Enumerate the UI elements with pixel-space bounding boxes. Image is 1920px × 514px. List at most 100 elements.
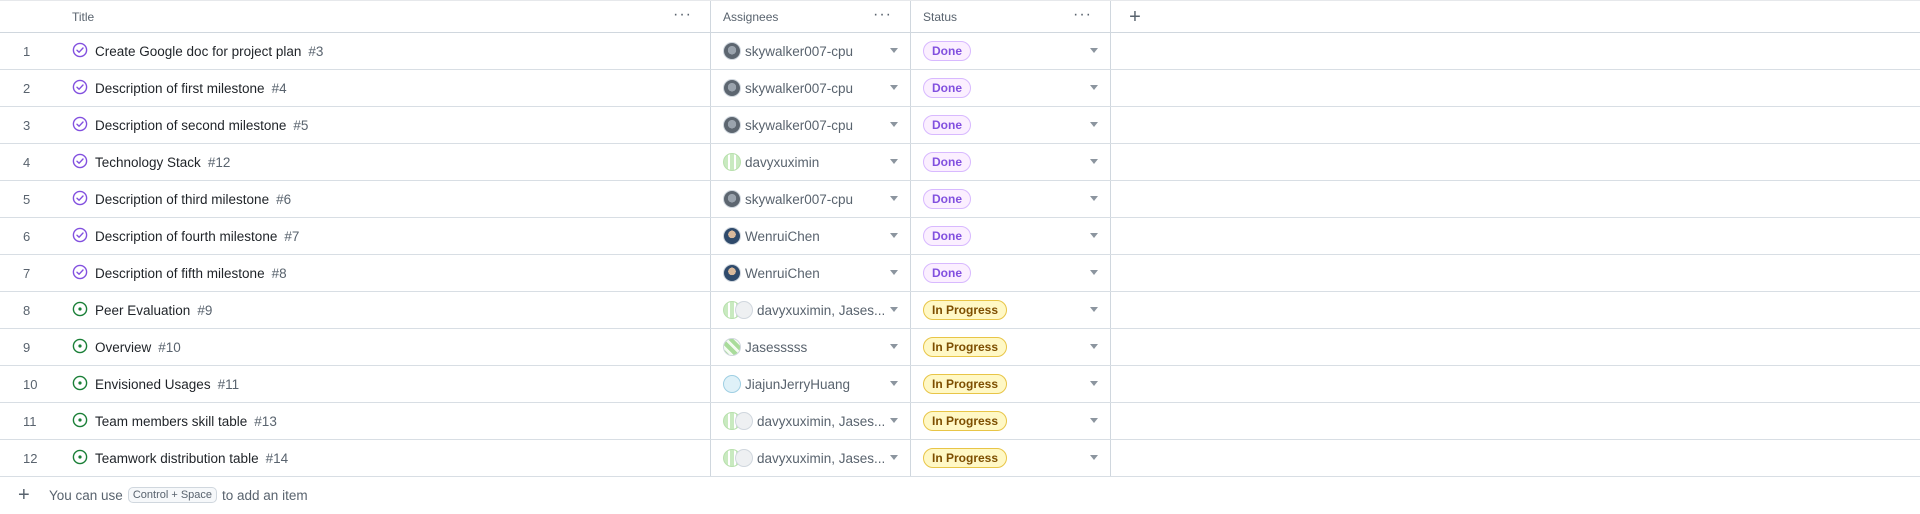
- title-cell[interactable]: Teamwork distribution table #14: [61, 440, 711, 476]
- assignees-cell[interactable]: skywalker007-cpu: [711, 33, 911, 69]
- kebab-horizontal-icon[interactable]: ···: [1073, 7, 1092, 23]
- status-cell[interactable]: Done: [911, 107, 1111, 143]
- title-cell[interactable]: Description of third milestone #6: [61, 181, 711, 217]
- chevron-down-icon[interactable]: [1090, 196, 1098, 201]
- assignee-name: JiajunJerryHuang: [745, 376, 851, 392]
- assignees-cell[interactable]: skywalker007-cpu: [711, 107, 911, 143]
- title-cell[interactable]: Peer Evaluation #9: [61, 292, 711, 328]
- chevron-down-icon[interactable]: [890, 270, 898, 275]
- chevron-down-icon[interactable]: [1090, 48, 1098, 53]
- add-column-button[interactable]: +: [1111, 1, 1151, 32]
- title-cell[interactable]: Envisioned Usages #11: [61, 366, 711, 402]
- chevron-down-icon[interactable]: [890, 381, 898, 386]
- assignees-cell[interactable]: Jasesssss: [711, 329, 911, 365]
- table-row[interactable]: 2 Description of first milestone #4 skyw…: [0, 70, 1920, 107]
- status-cell[interactable]: Done: [911, 144, 1111, 180]
- issue-title-link[interactable]: Create Google doc for project plan: [95, 44, 301, 59]
- assignees-cell[interactable]: skywalker007-cpu: [711, 70, 911, 106]
- plus-icon[interactable]: +: [0, 484, 49, 507]
- issue-title-link[interactable]: Overview: [95, 340, 151, 355]
- title-cell[interactable]: Description of second milestone #5: [61, 107, 711, 143]
- chevron-down-icon[interactable]: [890, 455, 898, 460]
- table-row[interactable]: 11 Team members skill table #13 davyxuxi…: [0, 403, 1920, 440]
- status-cell[interactable]: In Progress: [911, 292, 1111, 328]
- table-row[interactable]: 6 Description of fourth milestone #7 Wen…: [0, 218, 1920, 255]
- issue-title-link[interactable]: Description of fourth milestone: [95, 229, 277, 244]
- status-cell[interactable]: Done: [911, 33, 1111, 69]
- assignee-name: skywalker007-cpu: [745, 80, 854, 96]
- title-cell[interactable]: Description of fifth milestone #8: [61, 255, 711, 291]
- table-row[interactable]: 5 Description of third milestone #6 skyw…: [0, 181, 1920, 218]
- status-cell[interactable]: In Progress: [911, 403, 1111, 439]
- status-cell[interactable]: Done: [911, 181, 1111, 217]
- kebab-horizontal-icon[interactable]: ···: [873, 7, 892, 23]
- assignees-cell[interactable]: JiajunJerryHuang: [711, 366, 911, 402]
- kebab-horizontal-icon[interactable]: ···: [673, 7, 692, 23]
- assignees-cell[interactable]: skywalker007-cpu: [711, 181, 911, 217]
- chevron-down-icon[interactable]: [1090, 122, 1098, 127]
- assignees-cell[interactable]: davyxuximin, Jases...: [711, 292, 911, 328]
- issue-closed-icon: [72, 190, 95, 209]
- status-cell[interactable]: In Progress: [911, 440, 1111, 476]
- table-row[interactable]: 12 Teamwork distribution table #14 davyx…: [0, 440, 1920, 477]
- chevron-down-icon[interactable]: [890, 233, 898, 238]
- assignees-cell[interactable]: WenruiChen: [711, 218, 911, 254]
- issue-closed-icon: [72, 79, 95, 98]
- chevron-down-icon[interactable]: [1090, 270, 1098, 275]
- chevron-down-icon[interactable]: [890, 122, 898, 127]
- status-cell[interactable]: Done: [911, 70, 1111, 106]
- assignees-cell[interactable]: davyxuximin, Jases...: [711, 440, 911, 476]
- column-header-title[interactable]: Title ···: [61, 1, 711, 32]
- chevron-down-icon[interactable]: [1090, 159, 1098, 164]
- column-header-assignees[interactable]: Assignees ···: [711, 1, 911, 32]
- issue-title-link[interactable]: Technology Stack: [95, 155, 201, 170]
- issue-title-link[interactable]: Team members skill table: [95, 414, 247, 429]
- table-row[interactable]: 8 Peer Evaluation #9 davyxuximin, Jases.…: [0, 292, 1920, 329]
- issue-title-link[interactable]: Description of second milestone: [95, 118, 286, 133]
- status-badge: Done: [923, 41, 971, 61]
- chevron-down-icon[interactable]: [1090, 233, 1098, 238]
- issue-title-link[interactable]: Teamwork distribution table: [95, 451, 259, 466]
- table-row[interactable]: 3 Description of second milestone #5 sky…: [0, 107, 1920, 144]
- issue-title-link[interactable]: Peer Evaluation: [95, 303, 190, 318]
- chevron-down-icon[interactable]: [890, 85, 898, 90]
- table-body: 1 Create Google doc for project plan #3 …: [0, 33, 1920, 477]
- chevron-down-icon[interactable]: [890, 344, 898, 349]
- chevron-down-icon[interactable]: [890, 159, 898, 164]
- issue-title-link[interactable]: Description of third milestone: [95, 192, 269, 207]
- table-row[interactable]: 1 Create Google doc for project plan #3 …: [0, 33, 1920, 70]
- title-cell[interactable]: Create Google doc for project plan #3: [61, 33, 711, 69]
- chevron-down-icon[interactable]: [890, 418, 898, 423]
- plus-icon: +: [1129, 5, 1141, 28]
- chevron-down-icon[interactable]: [1090, 381, 1098, 386]
- title-cell[interactable]: Overview #10: [61, 329, 711, 365]
- table-row[interactable]: 7 Description of fifth milestone #8 Wenr…: [0, 255, 1920, 292]
- status-cell[interactable]: In Progress: [911, 329, 1111, 365]
- chevron-down-icon[interactable]: [890, 48, 898, 53]
- title-cell[interactable]: Technology Stack #12: [61, 144, 711, 180]
- status-cell[interactable]: Done: [911, 255, 1111, 291]
- table-row[interactable]: 10 Envisioned Usages #11 JiajunJerryHuan…: [0, 366, 1920, 403]
- add-item-footer[interactable]: + You can use Control + Space to add an …: [0, 477, 1920, 513]
- title-cell[interactable]: Description of fourth milestone #7: [61, 218, 711, 254]
- assignees-cell[interactable]: WenruiChen: [711, 255, 911, 291]
- title-cell[interactable]: Team members skill table #13: [61, 403, 711, 439]
- title-cell[interactable]: Description of first milestone #4: [61, 70, 711, 106]
- table-row[interactable]: 4 Technology Stack #12 davyxuximin Done: [0, 144, 1920, 181]
- issue-title-link[interactable]: Envisioned Usages: [95, 377, 211, 392]
- chevron-down-icon[interactable]: [890, 307, 898, 312]
- assignees-cell[interactable]: davyxuximin, Jases...: [711, 403, 911, 439]
- chevron-down-icon[interactable]: [1090, 344, 1098, 349]
- status-cell[interactable]: In Progress: [911, 366, 1111, 402]
- assignees-cell[interactable]: davyxuximin: [711, 144, 911, 180]
- issue-title-link[interactable]: Description of fifth milestone: [95, 266, 265, 281]
- issue-title-link[interactable]: Description of first milestone: [95, 81, 265, 96]
- chevron-down-icon[interactable]: [1090, 307, 1098, 312]
- chevron-down-icon[interactable]: [1090, 455, 1098, 460]
- column-header-status[interactable]: Status ···: [911, 1, 1111, 32]
- chevron-down-icon[interactable]: [1090, 85, 1098, 90]
- chevron-down-icon[interactable]: [890, 196, 898, 201]
- chevron-down-icon[interactable]: [1090, 418, 1098, 423]
- status-cell[interactable]: Done: [911, 218, 1111, 254]
- table-row[interactable]: 9 Overview #10 Jasesssss In Progress: [0, 329, 1920, 366]
